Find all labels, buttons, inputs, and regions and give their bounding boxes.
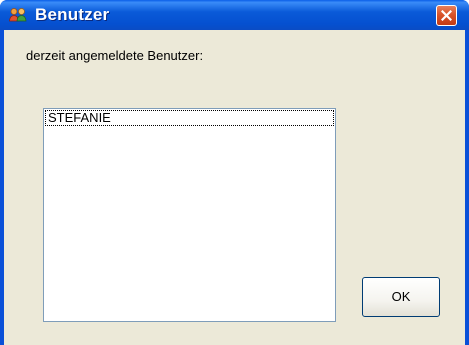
title-bar[interactable]: Benutzer (0, 0, 469, 30)
users-listbox[interactable]: STEFANIE (43, 108, 336, 322)
list-item[interactable]: STEFANIE (45, 110, 334, 126)
close-icon (441, 10, 452, 21)
users-icon (9, 8, 27, 22)
close-button[interactable] (436, 5, 457, 26)
window-title: Benutzer (35, 5, 110, 24)
logged-in-users-label: derzeit angemeldete Benutzer: (26, 48, 204, 63)
ok-button[interactable]: OK (362, 277, 440, 317)
